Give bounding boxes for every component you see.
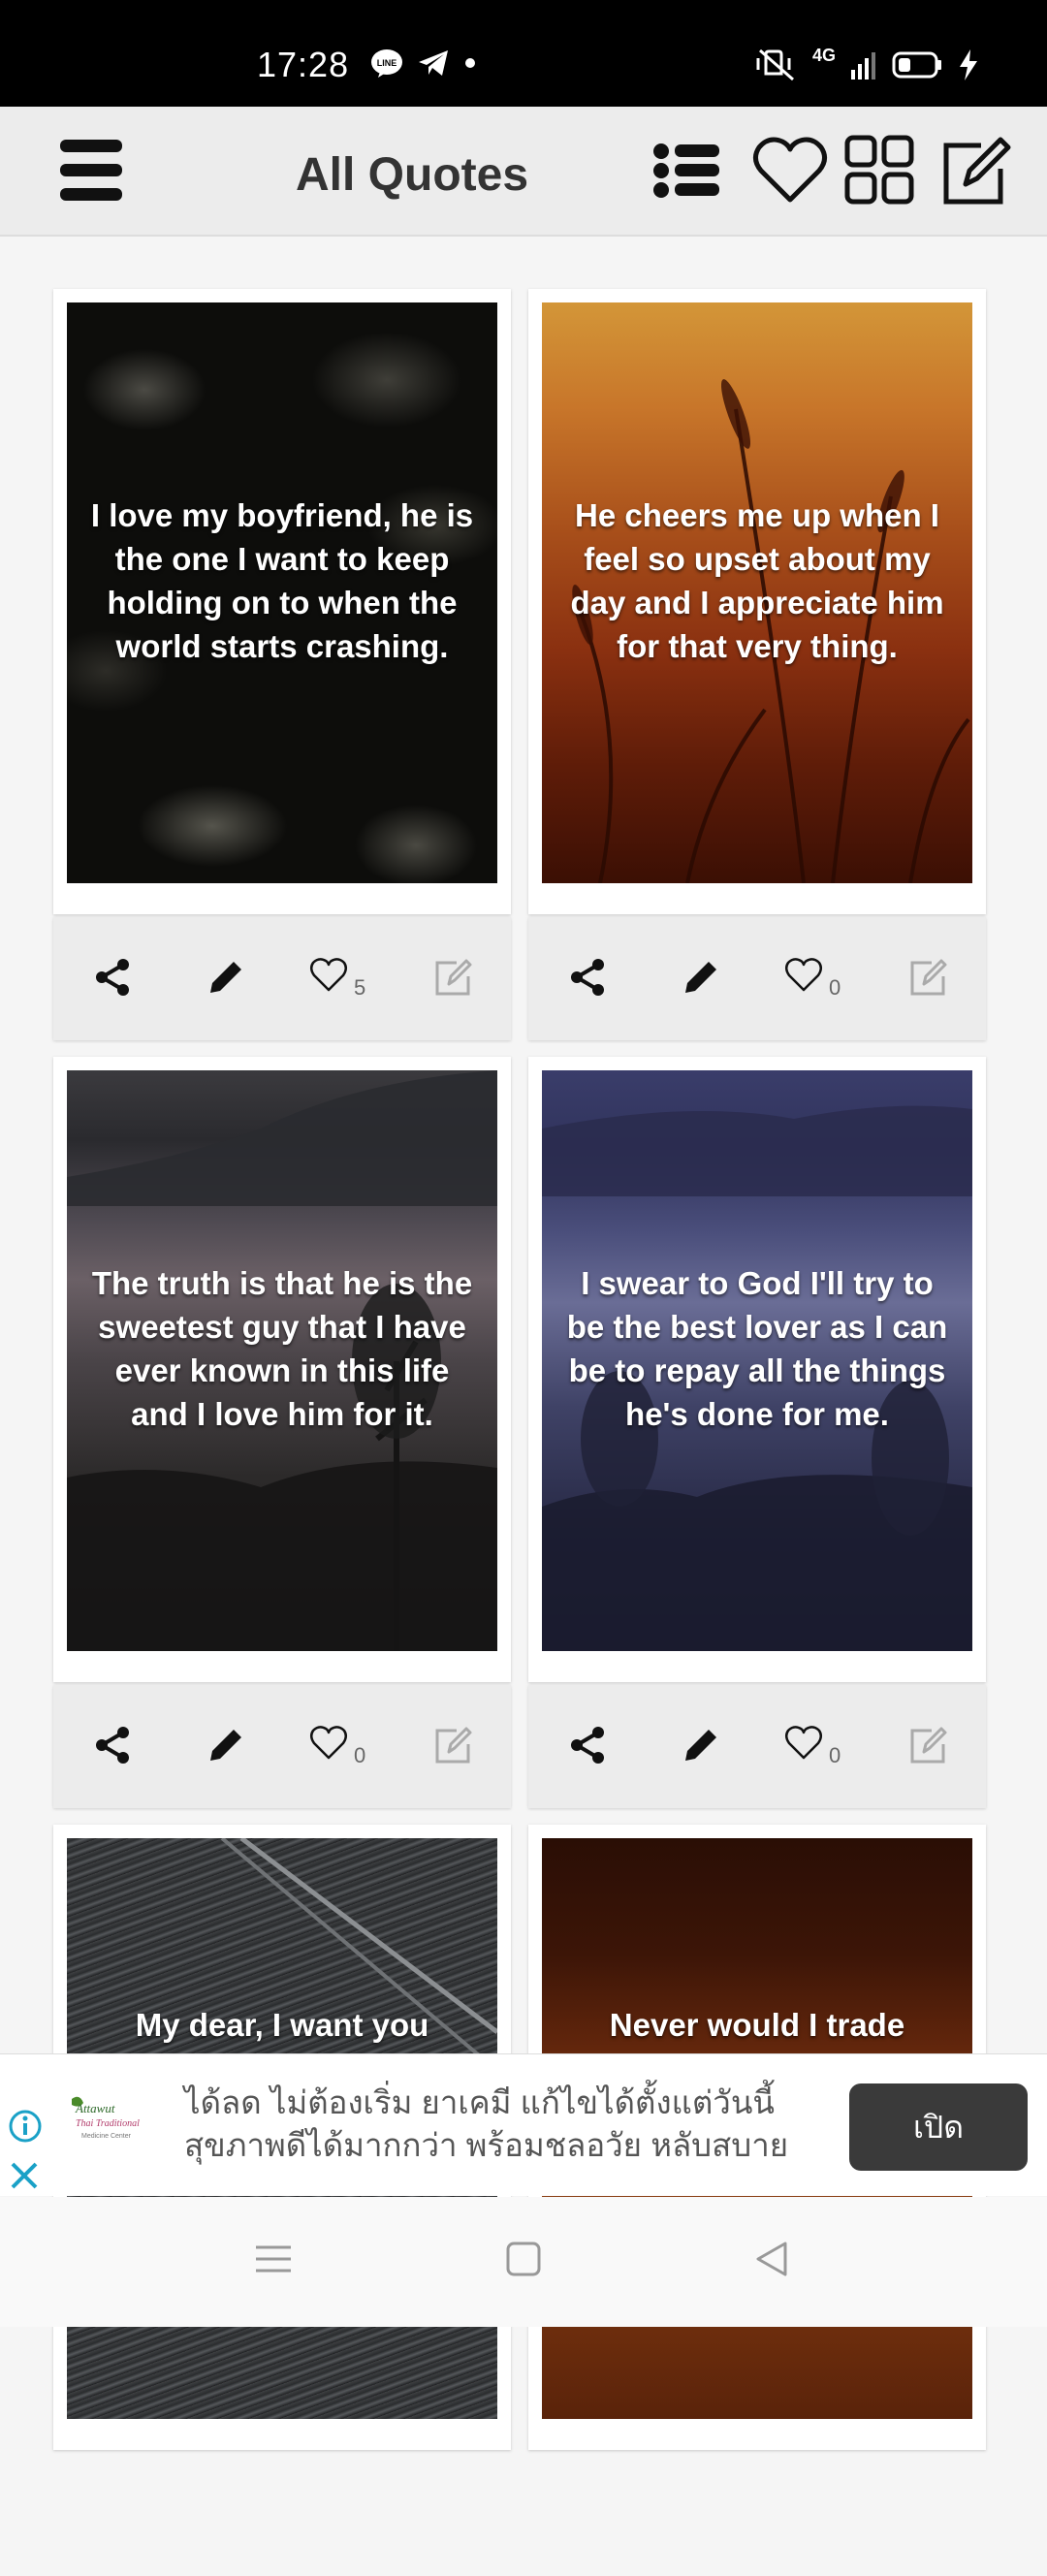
share-icon[interactable] [92,1724,135,1766]
telegram-icon [419,50,448,76]
compose-icon[interactable] [433,1724,474,1766]
like-count: 0 [354,1743,366,1767]
quote-image[interactable]: I love my boyfriend, he is the one I wan… [67,302,497,883]
share-icon[interactable] [567,956,610,999]
quote-text: The truth is that he is the sweetest guy… [91,1264,473,1432]
like-button[interactable]: 0 [309,1724,377,1767]
status-time: 17:28 [257,45,350,84]
edit-pencil-icon[interactable] [205,956,247,999]
line-app-icon: LINE [371,49,402,78]
edit-pencil-icon[interactable] [680,1724,722,1766]
charging-icon [960,49,977,80]
notification-dot-icon [465,58,475,68]
quote-text: He cheers me up when I feel so upset abo… [570,496,944,664]
create-quote-icon[interactable] [936,132,1014,209]
svg-text:Attawut: Attawut [75,2101,115,2115]
quote-card[interactable]: I swear to God I'll try to be the best l… [528,1057,986,1808]
compose-icon[interactable] [908,1724,949,1766]
compose-icon[interactable] [908,956,949,999]
back-icon[interactable] [752,2240,791,2278]
quote-image[interactable]: He cheers me up when I feel so upset abo… [542,302,972,883]
card-actions: 0 [528,1685,986,1808]
like-count: 0 [829,975,841,1000]
quote-image[interactable]: I swear to God I'll try to be the best l… [542,1070,972,1651]
favorites-heart-icon[interactable] [751,132,829,209]
like-button[interactable]: 5 [309,956,377,1000]
quote-text: I swear to God I'll try to be the best l… [566,1264,948,1432]
ad-text-line: สุขภาพดีได้มากกว่า พร้อมชลอวัย หลับสบาย [184,2127,789,2163]
ad-banner[interactable]: Attawut Thai Traditional Medicine Center… [0,2053,1047,2196]
ad-text-line: ได้ลด ไม่ต้องเริ่ม ยาเคมี แก้ไขได้ตั้งแต… [184,2084,775,2120]
app-bar: All Quotes [0,107,1047,237]
svg-text:Thai Traditional: Thai Traditional [76,2118,140,2129]
like-count: 0 [829,1743,841,1767]
share-icon[interactable] [567,1724,610,1766]
svg-text:LINE: LINE [377,58,397,68]
heart-outline-icon [310,1726,347,1760]
system-nav-bar [0,2197,1047,2327]
recent-apps-icon[interactable] [254,2240,293,2278]
heart-outline-icon [785,1726,822,1760]
quote-text: Never would I trade [609,2007,905,2043]
signal-icon [851,52,875,80]
grid-view-icon[interactable] [841,132,919,209]
quote-card[interactable]: The truth is that he is the sweetest guy… [53,1057,511,1808]
mute-vibrate-icon [756,48,794,81]
status-bar: 17:28 LINE 4G [0,0,1047,107]
like-button[interactable]: 0 [784,1724,852,1767]
quote-text: I love my boyfriend, he is the one I wan… [90,496,474,664]
compose-icon[interactable] [433,956,474,999]
ad-info-icon[interactable] [8,2109,43,2144]
ad-open-button[interactable]: เปิด [849,2083,1028,2171]
ad-text: ได้ลด ไม่ต้องเริ่ม ยาเคมี แก้ไขได้ตั้งแต… [184,2082,824,2167]
card-actions: 0 [528,917,986,1040]
edit-pencil-icon[interactable] [205,1724,247,1766]
network-type: 4G [811,45,836,65]
quote-image[interactable]: The truth is that he is the sweetest guy… [67,1070,497,1651]
like-button[interactable]: 0 [784,956,852,1000]
like-count: 5 [354,975,366,1000]
edit-pencil-icon[interactable] [680,956,722,999]
quote-card[interactable]: He cheers me up when I feel so upset abo… [528,289,986,1040]
share-icon[interactable] [92,956,135,999]
card-actions: 5 [53,917,511,1040]
quote-text: My dear, I want you [135,2007,429,2043]
svg-text:Medicine Center: Medicine Center [81,2133,132,2140]
quote-card[interactable]: I love my boyfriend, he is the one I wan… [53,289,511,1040]
ad-close-icon[interactable] [8,2159,41,2192]
home-icon[interactable] [504,2240,543,2278]
card-actions: 0 [53,1685,511,1808]
list-icon[interactable] [650,132,727,209]
battery-icon [892,51,941,79]
heart-outline-icon [785,958,822,992]
heart-outline-icon [310,958,347,992]
advertiser-logo: Attawut Thai Traditional Medicine Center [72,2096,140,2140]
